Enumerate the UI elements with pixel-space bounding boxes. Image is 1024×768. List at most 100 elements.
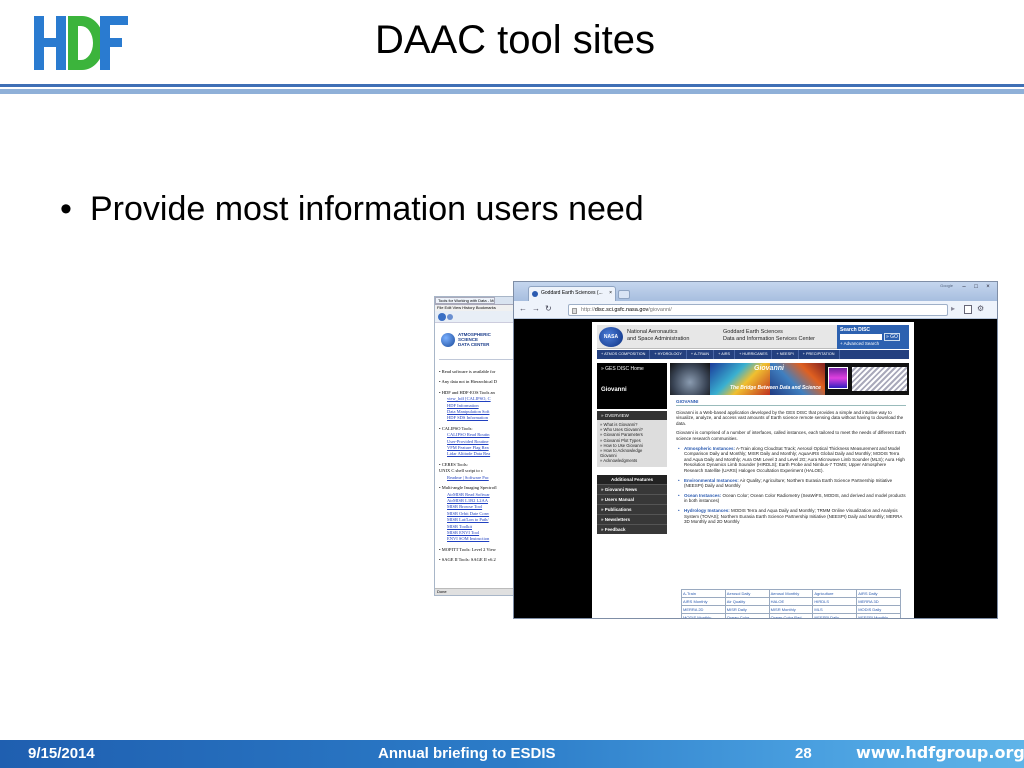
content-heading: GIOVANNI <box>676 399 906 406</box>
browser-toolbar: ← → ↻ http://disc.sci.gsfc.nasa.gov/giov… <box>514 301 997 319</box>
nasa-logo[interactable]: NASA <box>599 327 623 347</box>
instances-table: A-Train Aerosol Daily Aerosol Monthly Agric… <box>681 589 901 618</box>
main-nav: + ATMOS COMPOSITION + HYDROLOGY + A-TRAIN +… <box>597 350 909 359</box>
bookmark-star-icon[interactable]: ▸ <box>951 304 955 313</box>
wrench-icon[interactable]: ⚙ <box>977 304 984 313</box>
instances-paragraph: Giovanni is comprised of a number of int… <box>676 430 906 441</box>
table-cell[interactable]: MODIS Daily <box>856 605 901 614</box>
close-tab-icon[interactable]: × <box>609 287 612 300</box>
banner-subtitle: The Bridge Between Data and Science <box>730 385 821 391</box>
feature-link[interactable]: » Newsletters <box>597 513 667 524</box>
table-row: AIRS Monthly Air Quality HALOE HIRDLS MERRA … <box>681 597 901 606</box>
additional-features-list: » Giovanni News» Users Manual» Publicati… <box>597 483 667 534</box>
feature-link[interactable]: » Users Manual <box>597 493 667 504</box>
table-cell[interactable]: Ocean Color Rad <box>768 613 814 618</box>
nav-item[interactable]: + PRECIPITATION <box>799 350 840 359</box>
table-cell[interactable]: AIRS Daily <box>856 589 901 598</box>
table-row: MODIS Monthly Ocean Color Ocean Color Rad N… <box>681 613 901 618</box>
table-cell[interactable]: Agriculture <box>812 589 858 598</box>
table-cell[interactable]: A-Train <box>681 589 726 598</box>
table-cell[interactable]: Aerosol Daily <box>724 589 770 598</box>
search-panel: Search DISC » GO + Advanced Search <box>837 325 909 349</box>
asdc-logo: ATMOSPHERIC SCIENCE DATA CENTER <box>441 331 501 351</box>
slide-footer: 9/15/2014 Annual briefing to ESDIS 28 ww… <box>0 740 1024 768</box>
list-item: Hydrology Instances: MODIS Terra and Aqu… <box>676 508 906 525</box>
intro-paragraph: Giovanni is a Web-based application deve… <box>676 409 904 426</box>
back-browser-tabbar: Tools for Working with Data - Mozilla F <box>435 297 515 305</box>
hdf-logo <box>34 16 128 70</box>
instance-link[interactable]: Environmental Instances: <box>684 478 739 483</box>
table-cell[interactable]: NEESPI Daily <box>812 613 858 618</box>
table-cell[interactable]: HIRDLS <box>812 597 858 606</box>
advanced-search-link[interactable]: + Advanced Search <box>840 341 906 346</box>
back-arrow-icon[interactable]: ← <box>519 304 527 314</box>
new-tab-button[interactable] <box>618 290 630 299</box>
footer-title: Annual briefing to ESDIS <box>378 745 556 762</box>
additional-features-header: Additional Features <box>597 474 667 484</box>
overview-link[interactable]: » OVERVIEW <box>597 411 667 420</box>
center-name: Goddard Earth Sciences Data and Informat… <box>723 329 816 342</box>
instance-link[interactable]: Atmospheric Instances: <box>684 446 735 451</box>
nav-item[interactable]: + NEESPI <box>772 350 799 359</box>
forward-arrow-icon[interactable]: → <box>532 304 540 314</box>
nav-item[interactable]: + HURRICANES <box>735 350 773 359</box>
footer-url: www.hdfgroup.org <box>856 743 1024 762</box>
instances-list: Atmospheric Instances: A-Train along Clo… <box>676 446 906 525</box>
nav-item[interactable]: + AIRS <box>714 350 736 359</box>
list-item: Environmental Instances: Air Quality; Ag… <box>676 478 906 489</box>
table-cell[interactable]: HALOE <box>768 597 814 606</box>
nav-item[interactable]: + A-TRAIN <box>687 350 715 359</box>
feature-link[interactable]: » Feedback <box>597 523 667 534</box>
instance-link[interactable]: Hydrology Instances: <box>684 508 730 513</box>
back-browser-tab[interactable]: Tools for Working with Data - Mozilla F <box>435 297 495 304</box>
browser-tab[interactable]: Goddard Earth Sciences (... × <box>528 286 616 301</box>
divider <box>439 359 513 360</box>
bullet-icon: • <box>60 190 72 228</box>
back-arrow-icon[interactable] <box>438 313 446 321</box>
back-browser-window: Tools for Working with Data - Mozilla F … <box>434 296 516 596</box>
left-panel: » GES DISC Home Giovanni » OVERVIEW » Wh… <box>597 363 667 613</box>
maximize-icon[interactable]: □ <box>970 284 982 292</box>
section-title: Giovanni <box>597 375 667 409</box>
status-bar: Done <box>435 588 515 595</box>
search-input[interactable] <box>840 334 882 340</box>
web-page: NASA National Aeronautics and Space Admi… <box>592 322 914 618</box>
favicon-icon <box>532 291 538 297</box>
reload-icon[interactable]: ↻ <box>545 304 552 314</box>
back-browser-navbar <box>435 311 515 323</box>
table-cell[interactable]: NEESPI Monthly <box>856 613 901 618</box>
table-cell[interactable]: MLS <box>812 605 858 614</box>
page-icon <box>572 308 577 314</box>
close-window-icon[interactable]: × <box>982 284 994 292</box>
banner-title: Giovanni <box>754 365 784 372</box>
bullet-text: Provide most information users need <box>90 190 644 228</box>
front-browser-tabbar: Goddard Earth Sciences (... × Google – □… <box>514 282 997 301</box>
forward-arrow-icon[interactable] <box>447 314 453 320</box>
table-cell[interactable]: MODIS Monthly <box>681 613 726 618</box>
page-number: 28 <box>795 745 812 762</box>
table-cell[interactable]: Ocean Color <box>724 613 770 618</box>
instance-link[interactable]: Ocean Instances: <box>684 493 721 498</box>
bullet-point: • Provide most information users need <box>60 190 644 229</box>
table-row: A-Train Aerosol Daily Aerosol Monthly Agric… <box>681 589 901 598</box>
table-cell[interactable]: MERRA 2D <box>681 605 726 614</box>
table-cell[interactable]: Air Quality <box>724 597 770 606</box>
minimize-icon[interactable]: – <box>958 284 970 292</box>
feature-link[interactable]: » Publications <box>597 503 667 514</box>
page-menu-icon[interactable] <box>964 305 972 314</box>
feature-link[interactable]: » Giovanni News <box>597 483 667 494</box>
table-cell[interactable]: MERRA 3D <box>856 597 901 606</box>
globe-icon <box>441 333 455 347</box>
table-cell[interactable]: MISR Daily <box>724 605 770 614</box>
table-cell[interactable]: AIRS Monthly <box>681 597 726 606</box>
go-button[interactable]: » GO <box>884 333 900 341</box>
table-cell[interactable]: Aerosol Monthly <box>768 589 814 598</box>
giovanni-banner: Giovanni The Bridge Between Data and Sci… <box>670 363 909 395</box>
nav-item[interactable]: + ATMOS COMPOSITION <box>597 350 651 359</box>
table-cell[interactable]: MISR Monthly <box>768 605 814 614</box>
nav-item[interactable]: + HYDROLOGY <box>650 350 687 359</box>
list-item: • SAGE II Tools: SAGE II v6.2 <box>439 557 496 563</box>
address-bar[interactable]: http://disc.sci.gsfc.nasa.gov/giovanni/ <box>568 304 948 316</box>
home-link[interactable]: » GES DISC Home <box>597 363 667 375</box>
overview-subitem[interactable]: » Acknowledgments <box>600 458 667 463</box>
